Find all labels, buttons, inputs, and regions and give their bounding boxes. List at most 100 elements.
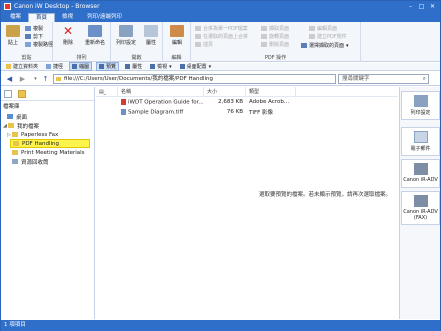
merge-icon — [195, 26, 201, 31]
rotate-icon — [261, 34, 267, 39]
extract-icon — [261, 26, 267, 31]
tree-item-recycle-bin[interactable]: 資源回收筒 — [1, 157, 94, 166]
copy-icon — [25, 26, 31, 31]
tree-item-pdf-handling[interactable]: PDF Handling — [10, 139, 90, 148]
print-destinations-pane: 列印設定 電子郵件 Canon iR-ADV Canon iR-ADV (FAX… — [399, 87, 440, 319]
organize-group: ✕ 刪除 重新命名 排列 — [53, 22, 111, 62]
cut-button[interactable]: 剪下 — [25, 33, 43, 40]
tab-home[interactable]: 首頁 — [28, 13, 56, 22]
file-row[interactable]: Sample Diagram.tiff 76 KB TIFF 影像 — [96, 107, 398, 117]
column-name[interactable]: 名稱 — [118, 86, 204, 97]
email-destination-button[interactable]: 電子郵件 — [401, 127, 440, 156]
close-button[interactable]: ✕ — [428, 3, 437, 11]
tab-file[interactable]: 檔案 — [3, 13, 28, 22]
ribbon: 貼上 複製 剪下 複製路徑 剪貼 ✕ 刪除 重新命名 排列 列印設定 屬性 開啟… — [1, 22, 440, 62]
file-size: 76 KB — [226, 109, 243, 115]
pdf-group: 合併為單一PDF檔案 在選取的頁面上合併 插頁 擷取頁面 旋轉頁面 刪除頁面 編… — [191, 22, 361, 62]
merge-pages-icon — [195, 34, 201, 39]
folder-plus-icon — [6, 64, 11, 69]
insert-page-icon — [195, 42, 201, 47]
folder-icon — [8, 123, 14, 128]
pdf-item-7[interactable]: 建立PDF附件 — [309, 33, 347, 40]
select-pages-icon — [301, 43, 307, 48]
minimize-button[interactable]: – — [406, 3, 415, 11]
search-icon[interactable]: ⌕ — [423, 75, 426, 83]
tree-item-paperless-fax[interactable]: ▷ Paperless Fax — [1, 130, 94, 139]
pdf-item-2[interactable]: 插頁 — [195, 41, 213, 48]
layout-button[interactable]: 桌面配置 ▾ — [178, 63, 214, 70]
secondary-toolbar: 建立資料夾 捷徑 縮圖 預覽 屬性 檢視 ▾ 桌面配置 ▾ — [1, 62, 440, 71]
pdf-item-6[interactable]: 編輯頁面 — [309, 25, 337, 32]
pdf-item-3[interactable]: 擷取頁面 — [261, 25, 289, 32]
search-input[interactable]: 搜尋關鍵字 ⌕ — [338, 74, 429, 84]
title-bar: Canon iW Desktop - Browser – □ ✕ — [1, 1, 440, 12]
organize-group-label: 排列 — [76, 55, 87, 61]
fax-destination-button[interactable]: Canon iR-ADV (FAX) — [401, 191, 440, 225]
file-row[interactable]: iWDT Operation Guide for... 2,683 KB Ado… — [96, 97, 398, 107]
select-pages-button[interactable]: 選擇擷取的頁面 ▾ — [301, 42, 349, 49]
copy-path-icon — [25, 42, 31, 47]
history-dropdown-icon[interactable]: ▾ — [31, 75, 40, 84]
cut-icon — [25, 34, 31, 39]
view-button[interactable]: 檢視 ▾ — [148, 63, 174, 70]
delete-button[interactable]: ✕ 刪除 — [57, 25, 79, 46]
chevron-down-icon: ▾ — [346, 42, 349, 49]
print-settings-button[interactable]: 列印設定 — [113, 25, 139, 46]
tree-item-desktop[interactable]: 桌面 — [1, 112, 94, 121]
fax-icon — [413, 195, 428, 207]
pdf-item-4[interactable]: 旋轉頁面 — [261, 33, 289, 40]
thumbnail-button[interactable]: 縮圖 — [69, 62, 93, 71]
file-type: Adobe Acrob... — [249, 99, 290, 105]
rename-icon — [88, 25, 102, 37]
edit-button[interactable]: 編輯 — [166, 25, 188, 46]
file-name: Sample Diagram.tiff — [128, 109, 184, 116]
recycle-bin-icon — [12, 159, 18, 164]
open-group: 列印設定 屬性 開啟 — [111, 22, 163, 62]
forward-icon[interactable]: ▶ — [18, 75, 27, 84]
chevron-down-icon: ▾ — [208, 63, 212, 70]
delete-icon: ✕ — [62, 24, 74, 38]
shortcut-button[interactable]: 捷徑 — [44, 63, 65, 70]
column-icon-header[interactable]: ▤_ — [96, 86, 118, 97]
pdf-item-5[interactable]: 刪除頁面 — [261, 41, 289, 48]
library-label: 檔案庫 — [3, 103, 20, 110]
path-input[interactable]: file:///C:/Users/User/Documents/我的檔案/PDF… — [53, 74, 336, 84]
status-bar: 1 項項目 — [1, 320, 440, 331]
folder-icon — [13, 141, 19, 146]
printer-destination-button[interactable]: Canon iR-ADV — [401, 159, 440, 188]
navigation-header — [1, 87, 94, 101]
status-text: 1 項項目 — [4, 322, 26, 328]
maximize-button[interactable]: □ — [417, 3, 426, 11]
pdf-item-1[interactable]: 在選取的頁面上合併 — [195, 33, 248, 40]
rename-button[interactable]: 重新命名 — [82, 25, 108, 46]
print-settings-destination-button[interactable]: 列印設定 — [401, 91, 440, 120]
thumbnail-icon — [72, 64, 78, 69]
pdf-icon — [121, 98, 126, 105]
edit-page-icon — [309, 26, 315, 31]
file-name: iWDT Operation Guide for... — [128, 99, 204, 106]
shortcut-icon — [46, 64, 52, 69]
column-type[interactable]: 類型 — [246, 86, 296, 97]
copy-path-button[interactable]: 複製路徑 — [25, 41, 53, 48]
details-button[interactable]: 屬性 — [123, 63, 144, 70]
preview-button[interactable]: 預覽 — [96, 62, 120, 71]
window-title: Canon iW Desktop - Browser — [14, 3, 100, 10]
copy-button[interactable]: 複製 — [25, 25, 43, 32]
column-size[interactable]: 大小 — [204, 86, 246, 97]
folder-icon — [12, 150, 18, 155]
tab-print[interactable]: 列印/遠端列印 — [80, 13, 129, 22]
tiff-icon — [121, 108, 126, 115]
properties-button[interactable]: 屬性 — [140, 25, 162, 46]
up-icon[interactable]: ↑ — [41, 75, 50, 84]
paste-button[interactable]: 貼上 — [2, 25, 24, 46]
new-folder-button[interactable]: 建立資料夾 — [4, 63, 40, 70]
pdf-item-0[interactable]: 合併為單一PDF檔案 — [195, 25, 248, 32]
clipboard-group-label: 剪貼 — [21, 55, 32, 61]
edit-icon — [170, 25, 184, 37]
pdf-group-label: PDF 操作 — [264, 55, 287, 61]
tree-item-print-meeting-materials[interactable]: Print Meeting Materials — [1, 148, 94, 157]
back-icon[interactable]: ◀ — [5, 75, 14, 84]
print-settings-icon — [119, 25, 133, 37]
tree-item-my-documents[interactable]: ◢ 我的檔案 — [1, 121, 94, 130]
tab-view[interactable]: 檢視 — [55, 13, 80, 22]
